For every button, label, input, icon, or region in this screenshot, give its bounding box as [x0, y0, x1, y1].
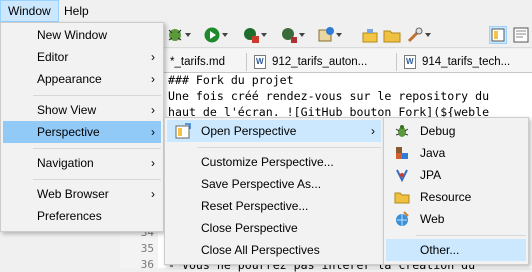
- submenu-arrow-icon: ›: [151, 103, 155, 117]
- tab-divider: [246, 53, 247, 71]
- menu-item-resource-perspective[interactable]: Resource: [386, 186, 526, 208]
- menu-item-jpa-perspective[interactable]: JPA: [386, 164, 526, 186]
- menu-item-close-perspective[interactable]: Close Perspective: [167, 217, 381, 239]
- menu-item-new-window[interactable]: New Window: [3, 24, 161, 46]
- code-line[interactable]: ### Fork du projet: [168, 73, 294, 87]
- menu-separator: [197, 147, 381, 148]
- word-file-icon: [404, 55, 416, 69]
- menu-item-java-perspective[interactable]: Java: [386, 142, 526, 164]
- submenu-arrow-icon: ›: [151, 50, 155, 64]
- menu-item-reset-perspective[interactable]: Reset Perspective...: [167, 195, 381, 217]
- debug-icon: [394, 123, 410, 139]
- tab-editor-2[interactable]: 912_tarifs_auton...: [250, 51, 367, 73]
- new-java-icon[interactable]: [317, 26, 342, 44]
- editor-tabs: *_tarifs.md 912_tarifs_auton... 914_tari…: [160, 49, 532, 73]
- tab-editor-3[interactable]: 914_tarifs_tech...: [400, 51, 510, 73]
- open-perspective-submenu: Debug Java JPA Resource Web Other...: [383, 117, 529, 265]
- tab-label: 912_tarifs_auton...: [272, 56, 368, 68]
- menu-help[interactable]: Help: [57, 0, 96, 22]
- menu-item-close-all-perspectives[interactable]: Close All Perspectives: [167, 239, 381, 261]
- menu-item-navigation[interactable]: Navigation ›: [3, 152, 161, 174]
- line-number: 35: [140, 242, 154, 255]
- open-perspective-icon: [175, 123, 191, 139]
- menu-separator: [33, 95, 161, 96]
- java-icon: [394, 145, 410, 161]
- submenu-arrow-icon: ›: [151, 156, 155, 170]
- menu-item-debug-perspective[interactable]: Debug: [386, 120, 526, 142]
- external-tools-icon[interactable]: [280, 26, 305, 44]
- menu-item-perspective[interactable]: Perspective ›: [3, 121, 161, 143]
- debug-run-icon[interactable]: [166, 26, 191, 44]
- web-icon: [394, 211, 410, 227]
- submenu-arrow-icon: ›: [151, 72, 155, 86]
- menu-separator: [33, 179, 161, 180]
- tab-label: 914_tarifs_tech...: [422, 56, 511, 68]
- perspective-submenu: Open Perspective › Customize Perspective…: [164, 117, 384, 265]
- window-menu: New Window Editor › Appearance › Show Vi…: [0, 22, 164, 232]
- submenu-arrow-icon: ›: [371, 124, 375, 138]
- resource-icon: [394, 189, 410, 205]
- menu-bar: Window Help: [0, 0, 532, 22]
- menu-item-show-view[interactable]: Show View ›: [3, 99, 161, 121]
- menu-item-preferences[interactable]: Preferences: [3, 205, 161, 227]
- perspective-java-icon[interactable]: [489, 26, 507, 44]
- main-toolbar: [160, 22, 532, 48]
- menu-item-editor[interactable]: Editor ›: [3, 46, 161, 68]
- submenu-arrow-icon: ›: [151, 125, 155, 139]
- menu-separator: [416, 235, 526, 236]
- code-line[interactable]: Une fois créé rendez-vous sur le reposit…: [168, 89, 489, 103]
- menu-item-other-perspective[interactable]: Other...: [386, 239, 526, 261]
- line-number: 36: [140, 258, 154, 271]
- menu-item-web-browser[interactable]: Web Browser ›: [3, 183, 161, 205]
- menu-item-open-perspective[interactable]: Open Perspective ›: [167, 120, 381, 142]
- menu-window[interactable]: Window: [0, 0, 59, 22]
- perspective-resource-icon[interactable]: [512, 26, 530, 44]
- tab-divider: [396, 53, 397, 71]
- search-tool-icon[interactable]: [406, 26, 431, 44]
- open-type-icon[interactable]: [361, 26, 379, 44]
- tab-label: *_tarifs.md: [170, 56, 225, 68]
- word-file-icon: [254, 55, 266, 69]
- run-icon[interactable]: [203, 26, 228, 44]
- menu-item-save-perspective[interactable]: Save Perspective As...: [167, 173, 381, 195]
- menu-separator: [33, 148, 161, 149]
- menu-item-appearance[interactable]: Appearance ›: [3, 68, 161, 90]
- jpa-icon: [394, 167, 410, 183]
- menu-item-web-perspective[interactable]: Web: [386, 208, 526, 230]
- open-folder-icon[interactable]: [383, 26, 401, 44]
- menu-item-customize-perspective[interactable]: Customize Perspective...: [167, 151, 381, 173]
- submenu-arrow-icon: ›: [151, 187, 155, 201]
- coverage-icon[interactable]: [242, 26, 267, 44]
